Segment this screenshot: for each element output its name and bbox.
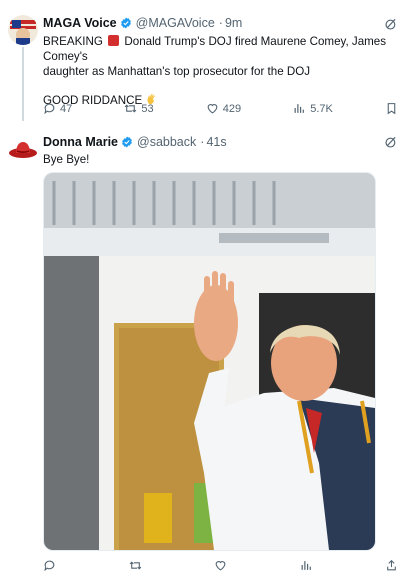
photo-drive-thru-wave xyxy=(44,173,375,550)
reply-button[interactable] xyxy=(43,559,56,572)
tweet-text-line2: daughter as Manhattan's top prosecutor f… xyxy=(43,65,311,78)
tweet-header: MAGA Voice @MAGAVoice · 9m xyxy=(43,16,242,32)
thread-line xyxy=(22,47,24,121)
like-icon xyxy=(207,104,218,114)
reply-icon xyxy=(44,560,55,572)
dot-separator: · xyxy=(200,135,205,149)
tweet-text: BREAKING Donald Trump's DOJ fired Mauren… xyxy=(43,34,404,110)
share-icon xyxy=(387,559,396,571)
display-name[interactable]: MAGA Voice xyxy=(43,16,117,30)
display-name[interactable]: Donna Marie xyxy=(43,135,118,149)
repost-icon xyxy=(125,104,137,113)
repost-icon xyxy=(129,561,141,570)
timestamp[interactable]: 41s xyxy=(206,135,226,149)
views-icon xyxy=(301,561,311,570)
avatar-donna-marie[interactable] xyxy=(8,134,38,164)
tweet-header: Donna Marie @sabback · 41s xyxy=(43,135,227,151)
like-button[interactable]: 429 xyxy=(206,102,241,115)
reply-icon xyxy=(44,103,55,115)
verified-badge-icon xyxy=(121,136,133,151)
like-icon xyxy=(215,561,226,571)
reply-count: 47 xyxy=(60,102,73,115)
views-count: 5.7K xyxy=(310,102,333,115)
views-button[interactable]: 5.7K xyxy=(293,102,333,115)
tweet-maga-voice[interactable]: MAGA Voice @MAGAVoice · 9m BREAKING Donald … xyxy=(0,0,404,130)
tweet2-actions xyxy=(43,559,398,572)
verified-badge-icon xyxy=(120,17,132,32)
dot-separator: · xyxy=(218,16,223,30)
share-button[interactable] xyxy=(385,559,398,572)
tweet-media-photo[interactable] xyxy=(43,172,376,551)
repost-button[interactable] xyxy=(129,559,142,572)
timestamp[interactable]: 9m xyxy=(225,16,242,30)
bookmark-button[interactable] xyxy=(385,102,398,115)
like-count: 429 xyxy=(222,102,242,115)
reply-button[interactable]: 47 xyxy=(43,102,72,115)
views-icon xyxy=(294,104,305,113)
breaking-label: BREAKING xyxy=(43,35,103,48)
avatar-maga-voice[interactable] xyxy=(8,15,38,45)
handle[interactable]: @MAGAVoice xyxy=(136,16,215,30)
grok-icon[interactable] xyxy=(384,17,398,31)
repost-button[interactable]: 53 xyxy=(124,102,154,115)
tweet-text: Bye Bye! xyxy=(43,153,90,166)
bookmark-icon xyxy=(387,103,396,115)
views-button[interactable] xyxy=(300,559,313,572)
repost-count: 53 xyxy=(141,102,154,115)
grok-icon[interactable] xyxy=(384,135,398,149)
handle[interactable]: @sabback xyxy=(137,135,196,149)
tweet-actions: 47 53 429 5.7K xyxy=(43,102,398,115)
siren-emoji-icon xyxy=(108,35,120,46)
like-button[interactable] xyxy=(214,559,227,572)
